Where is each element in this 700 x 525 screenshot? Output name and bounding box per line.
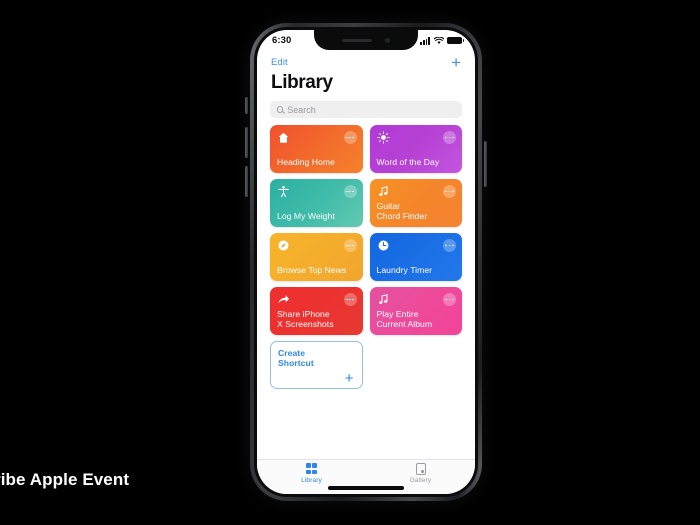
shortcut-title: Browse Top News — [277, 264, 347, 275]
shortcut-title: Play Entire Current Album — [376, 308, 433, 329]
more-options-icon[interactable] — [343, 185, 357, 198]
clock-icon — [377, 239, 390, 252]
volume-up-button[interactable] — [245, 127, 248, 158]
signal-bars-icon — [420, 37, 430, 45]
shortcut-card-heading-home[interactable]: Heading Home — [270, 125, 363, 173]
house-icon — [277, 131, 290, 144]
more-options-icon[interactable] — [443, 185, 456, 198]
more-options-icon[interactable] — [343, 131, 357, 144]
shortcut-title: Heading Home — [277, 156, 335, 167]
shortcut-card-guitar-chord-finder[interactable]: Guitar Chord Finder — [369, 179, 462, 227]
grid-squares-icon — [306, 463, 317, 475]
volume-down-button[interactable] — [245, 166, 248, 197]
search-placeholder: Search — [287, 104, 316, 115]
iphone-device: 6:30 Edit + Library Search Heading Home … — [245, 23, 487, 501]
more-options-icon[interactable] — [443, 239, 456, 252]
shortcut-card-log-my-weight[interactable]: Log My Weight — [270, 179, 363, 227]
status-indicators — [420, 36, 465, 45]
create-shortcut-label: Create Shortcut — [278, 348, 314, 369]
search-container: Search — [257, 94, 475, 118]
more-options-icon[interactable] — [343, 239, 357, 252]
person-accessibility-icon — [277, 185, 290, 198]
more-options-icon[interactable] — [443, 131, 456, 144]
shortcut-card-laundry-timer[interactable]: Laundry Timer — [369, 233, 462, 281]
status-time: 6:30 — [272, 35, 292, 46]
battery-icon — [447, 36, 465, 44]
shortcut-title: Word of the Day — [376, 156, 440, 167]
shortcut-card-share-iphone-x-screenshots[interactable]: Share iPhone X Screenshots — [270, 287, 363, 335]
home-indicator[interactable] — [328, 486, 404, 490]
video-frame: ribe Apple Event 6:30 Edit + Library Sea… — [0, 0, 700, 525]
device-bezel: 6:30 Edit + Library Search Heading Home … — [254, 27, 478, 497]
globe-safari-icon — [277, 239, 290, 252]
music-note-icon — [377, 185, 390, 198]
create-shortcut-card[interactable]: Create Shortcut + — [270, 341, 363, 389]
more-options-icon[interactable] — [443, 293, 456, 306]
shortcut-card-word-of-the-day[interactable]: Word of the Day — [369, 125, 462, 173]
mute-switch-button[interactable] — [245, 97, 248, 114]
gallery-card-icon — [415, 463, 426, 475]
brightness-sun-icon — [376, 131, 390, 144]
page-title: Library — [271, 72, 333, 93]
shortcut-title: Share iPhone X Screenshots — [277, 308, 334, 329]
tab-label: Gallery — [409, 477, 432, 484]
shortcut-title: Log My Weight — [277, 210, 335, 221]
navigation-bar: Edit + — [257, 51, 475, 71]
power-button[interactable] — [484, 141, 487, 187]
shortcut-card-browse-top-news[interactable]: Browse Top News — [270, 233, 363, 281]
shortcut-title: Laundry Timer — [376, 264, 433, 275]
search-input[interactable]: Search — [270, 101, 462, 118]
edit-button[interactable]: Edit — [271, 57, 288, 68]
tab-label: Library — [301, 476, 322, 484]
shortcuts-grid: Heading Home Word of the Day Log My Weig… — [257, 118, 475, 389]
phone-screen: 6:30 Edit + Library Search Heading Home … — [257, 30, 475, 494]
more-options-icon[interactable] — [343, 293, 357, 306]
shortcut-title: Guitar Chord Finder — [376, 200, 428, 221]
music-note-icon — [377, 293, 390, 306]
wifi-icon — [433, 36, 444, 44]
video-caption: ribe Apple Event — [0, 470, 130, 489]
share-arrow-icon — [277, 293, 290, 306]
shortcut-card-play-entire-current-album[interactable]: Play Entire Current Album — [369, 287, 462, 335]
status-bar: 6:30 — [257, 30, 475, 51]
add-shortcut-button[interactable]: + — [451, 54, 461, 71]
plus-icon[interactable]: + — [345, 371, 354, 386]
search-icon — [277, 106, 284, 113]
